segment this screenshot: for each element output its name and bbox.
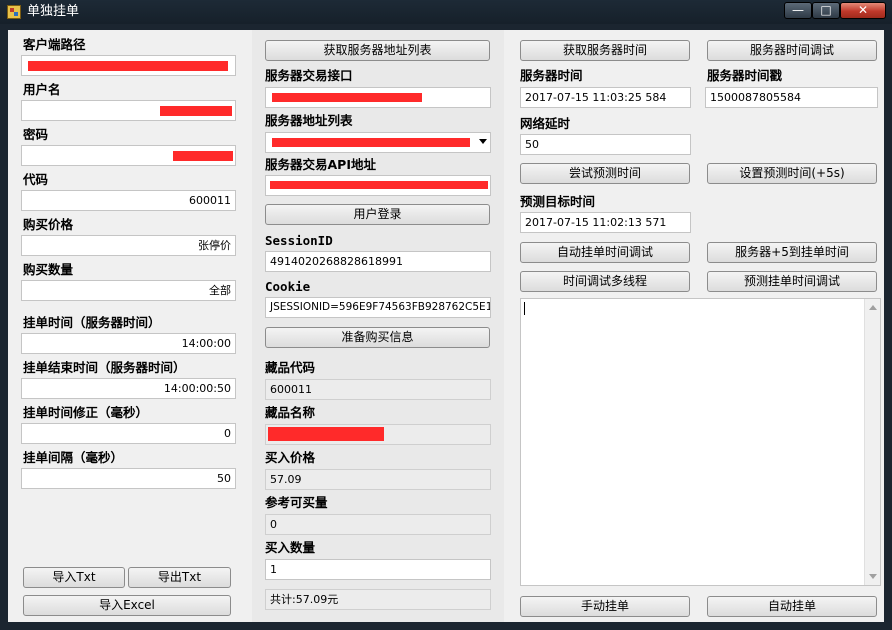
- cookie-label: Cookie: [265, 279, 311, 294]
- redacted-mark: [173, 151, 233, 161]
- log-textarea[interactable]: [520, 298, 881, 586]
- interval-label: 挂单间隔（毫秒）: [23, 450, 124, 465]
- buy-price-label: 购买价格: [23, 217, 74, 232]
- redacted-mark: [272, 138, 470, 147]
- redacted-mark: [268, 427, 384, 441]
- username-input[interactable]: [21, 100, 236, 121]
- trade-interface-input[interactable]: [265, 87, 491, 108]
- ref-qty-label: 参考可买量: [265, 495, 328, 510]
- password-input[interactable]: [21, 145, 236, 166]
- text-caret: [524, 302, 525, 315]
- code-input[interactable]: 600011: [21, 190, 236, 211]
- stock-code-label: 藏品代码: [265, 360, 316, 375]
- multi-thread-button[interactable]: 时间调试多线程: [520, 271, 690, 292]
- get-server-time-button[interactable]: 获取服务器时间: [520, 40, 690, 61]
- scroll-up-icon[interactable]: [869, 305, 877, 310]
- redacted-mark: [272, 93, 422, 102]
- code-label: 代码: [23, 172, 49, 187]
- ref-qty-field: 0: [265, 514, 491, 535]
- server-time-input[interactable]: 2017-07-15 11:03:25 584: [520, 87, 691, 108]
- redacted-mark: [270, 181, 488, 189]
- app-icon: [7, 5, 21, 19]
- stock-name-label: 藏品名称: [265, 405, 316, 420]
- server-stamp-label: 服务器时间戳: [707, 68, 783, 83]
- buy-price-input[interactable]: 张停价: [21, 235, 236, 256]
- auto-order-debug-button[interactable]: 自动挂单时间调试: [520, 242, 690, 263]
- redacted-mark: [160, 106, 232, 116]
- username-label: 用户名: [23, 82, 61, 97]
- server-list-label: 服务器地址列表: [265, 113, 353, 128]
- chevron-down-icon[interactable]: [479, 139, 487, 144]
- title-bar: [0, 0, 892, 24]
- vertical-scrollbar[interactable]: [864, 299, 880, 585]
- stock-name-field: [265, 424, 491, 445]
- session-id-input[interactable]: 4914020268828618991: [265, 251, 491, 272]
- import-txt-button[interactable]: 导入Txt: [23, 567, 125, 588]
- export-txt-button[interactable]: 导出Txt: [128, 567, 231, 588]
- network-delay-label: 网络延时: [520, 116, 571, 131]
- buy-price-out-field: 57.09: [265, 469, 491, 490]
- try-predict-button[interactable]: 尝试预测时间: [520, 163, 690, 184]
- cookie-input[interactable]: JSESSIONID=596E9F74563FB928762C5E1141: [265, 297, 491, 318]
- auto-order-button[interactable]: 自动挂单: [707, 596, 877, 617]
- maximize-button[interactable]: □: [812, 2, 840, 19]
- predict-debug-button[interactable]: 预测挂单时间调试: [707, 271, 877, 292]
- buy-qty-out-label: 买入数量: [265, 540, 316, 555]
- order-end-input[interactable]: 14:00:00:50: [21, 378, 236, 399]
- interval-input[interactable]: 50: [21, 468, 236, 489]
- trade-interface-label: 服务器交易接口: [265, 68, 353, 83]
- client-path-label: 客户端路径: [23, 37, 86, 52]
- buy-price-out-label: 买入价格: [265, 450, 316, 465]
- session-id-label: SessionID: [265, 233, 333, 248]
- time-fix-label: 挂单时间修正（毫秒）: [23, 405, 149, 420]
- client-path-input[interactable]: [21, 55, 236, 76]
- buy-qty-label: 购买数量: [23, 262, 74, 277]
- api-address-label: 服务器交易API地址: [265, 157, 376, 172]
- user-login-button[interactable]: 用户登录: [265, 204, 490, 225]
- order-time-label: 挂单时间（服务器时间）: [23, 315, 161, 330]
- target-time-label: 预测目标时间: [520, 194, 596, 209]
- network-delay-input[interactable]: 50: [520, 134, 691, 155]
- total-field: 共计:57.09元: [265, 589, 491, 610]
- buy-qty-input[interactable]: 全部: [21, 280, 236, 301]
- close-button[interactable]: ✕: [840, 2, 886, 19]
- password-label: 密码: [23, 127, 49, 142]
- server-list-select[interactable]: [265, 132, 491, 153]
- order-time-input[interactable]: 14:00:00: [21, 333, 236, 354]
- api-address-input[interactable]: [265, 175, 491, 196]
- buy-qty-out-input[interactable]: 1: [265, 559, 491, 580]
- server-time-debug-button[interactable]: 服务器时间调试: [707, 40, 877, 61]
- manual-order-button[interactable]: 手动挂单: [520, 596, 690, 617]
- redacted-mark: [28, 61, 228, 71]
- get-server-list-button[interactable]: 获取服务器地址列表: [265, 40, 490, 61]
- window-title: 单独挂单: [27, 4, 80, 19]
- order-end-label: 挂单结束时间（服务器时间）: [23, 360, 186, 375]
- target-time-input[interactable]: 2017-07-15 11:02:13 571: [520, 212, 691, 233]
- set-predict-button[interactable]: 设置预测时间(+5s): [707, 163, 877, 184]
- server-stamp-input[interactable]: 1500087805584: [705, 87, 878, 108]
- prepare-purchase-button[interactable]: 准备购买信息: [265, 327, 490, 348]
- stock-code-field: 600011: [265, 379, 491, 400]
- time-fix-input[interactable]: 0: [21, 423, 236, 444]
- scroll-down-icon[interactable]: [869, 574, 877, 579]
- server-plus5-button[interactable]: 服务器+5到挂单时间: [707, 242, 877, 263]
- minimize-button[interactable]: —: [784, 2, 812, 19]
- server-time-label: 服务器时间: [520, 68, 583, 83]
- import-excel-button[interactable]: 导入Excel: [23, 595, 231, 616]
